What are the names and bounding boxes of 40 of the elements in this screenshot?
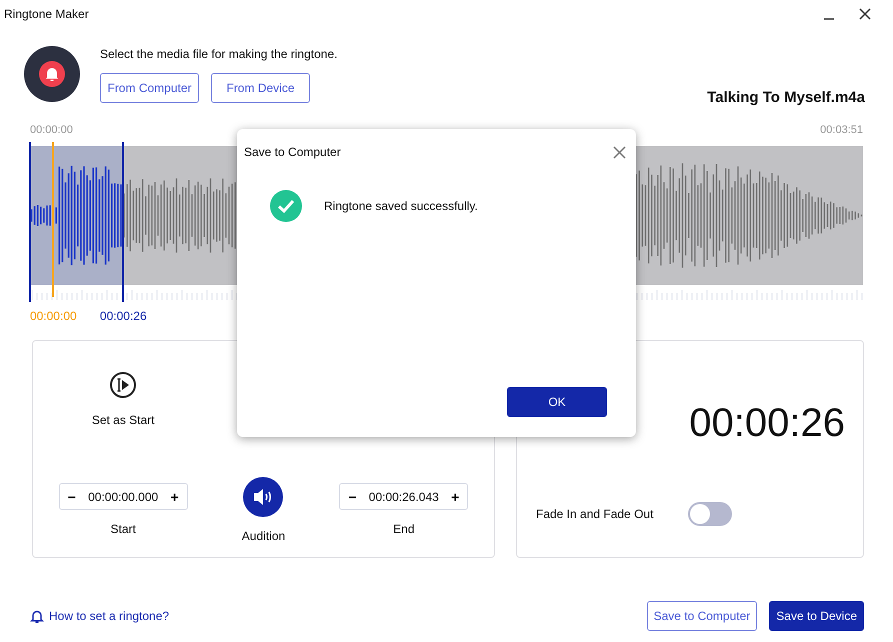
- end-marker-time: 00:00:26: [100, 309, 147, 323]
- start-time: 00:00:00: [30, 124, 73, 136]
- help-link-text[interactable]: How to set a ringtone?: [49, 609, 170, 623]
- source-button[interactable]: From Device: [211, 73, 310, 103]
- fade-label: Fade In and Fade Out: [536, 507, 654, 521]
- set-start-icon[interactable]: [109, 371, 138, 399]
- audition-label: Audition: [242, 529, 286, 543]
- playhead-time: 00:00:00: [30, 309, 77, 323]
- audition-button[interactable]: [243, 477, 284, 517]
- end-time-value: 00:00:26.043: [368, 490, 439, 504]
- ok-button[interactable]: OK: [507, 387, 607, 417]
- save-button[interactable]: Save to Computer: [646, 601, 758, 631]
- duration-display: 00:00:26: [689, 401, 845, 446]
- start-time-field[interactable]: − 00:00:00.000 +: [58, 483, 188, 510]
- help-link[interactable]: How to set a ringtone?: [30, 608, 635, 624]
- decrement-button[interactable]: −: [68, 488, 76, 504]
- close-icon[interactable]: [613, 146, 626, 158]
- window-title: Ringtone Maker: [4, 7, 90, 21]
- success-check-icon: [270, 190, 302, 222]
- start-label: Start: [110, 522, 136, 536]
- total-time: 00:03:51: [820, 124, 863, 136]
- bell-icon: [30, 608, 44, 624]
- file-name: Talking To Myself.m4a: [707, 89, 865, 106]
- end-marker[interactable]: [122, 142, 124, 302]
- start-time-value: 00:00:00.000: [88, 490, 158, 504]
- end-label: End: [393, 522, 414, 536]
- save-button[interactable]: Save to Device: [769, 601, 864, 631]
- set-start-label: Set as Start: [92, 413, 155, 427]
- increment-button[interactable]: +: [451, 488, 460, 504]
- start-marker[interactable]: [29, 142, 31, 302]
- dialog-title: Save to Computer: [244, 145, 341, 159]
- fade-toggle[interactable]: [688, 502, 732, 526]
- increment-button[interactable]: +: [170, 488, 179, 504]
- source-button[interactable]: From Computer: [100, 73, 199, 103]
- decrement-button[interactable]: −: [348, 488, 356, 504]
- prompt-text: Select the media file for making the ringtone.: [100, 47, 338, 61]
- minimize-icon: [823, 18, 835, 20]
- dialog-message: Ringtone saved successfully.: [324, 199, 478, 213]
- end-time-field[interactable]: − 00:00:26.043 +: [339, 483, 468, 510]
- close-icon: [859, 8, 871, 20]
